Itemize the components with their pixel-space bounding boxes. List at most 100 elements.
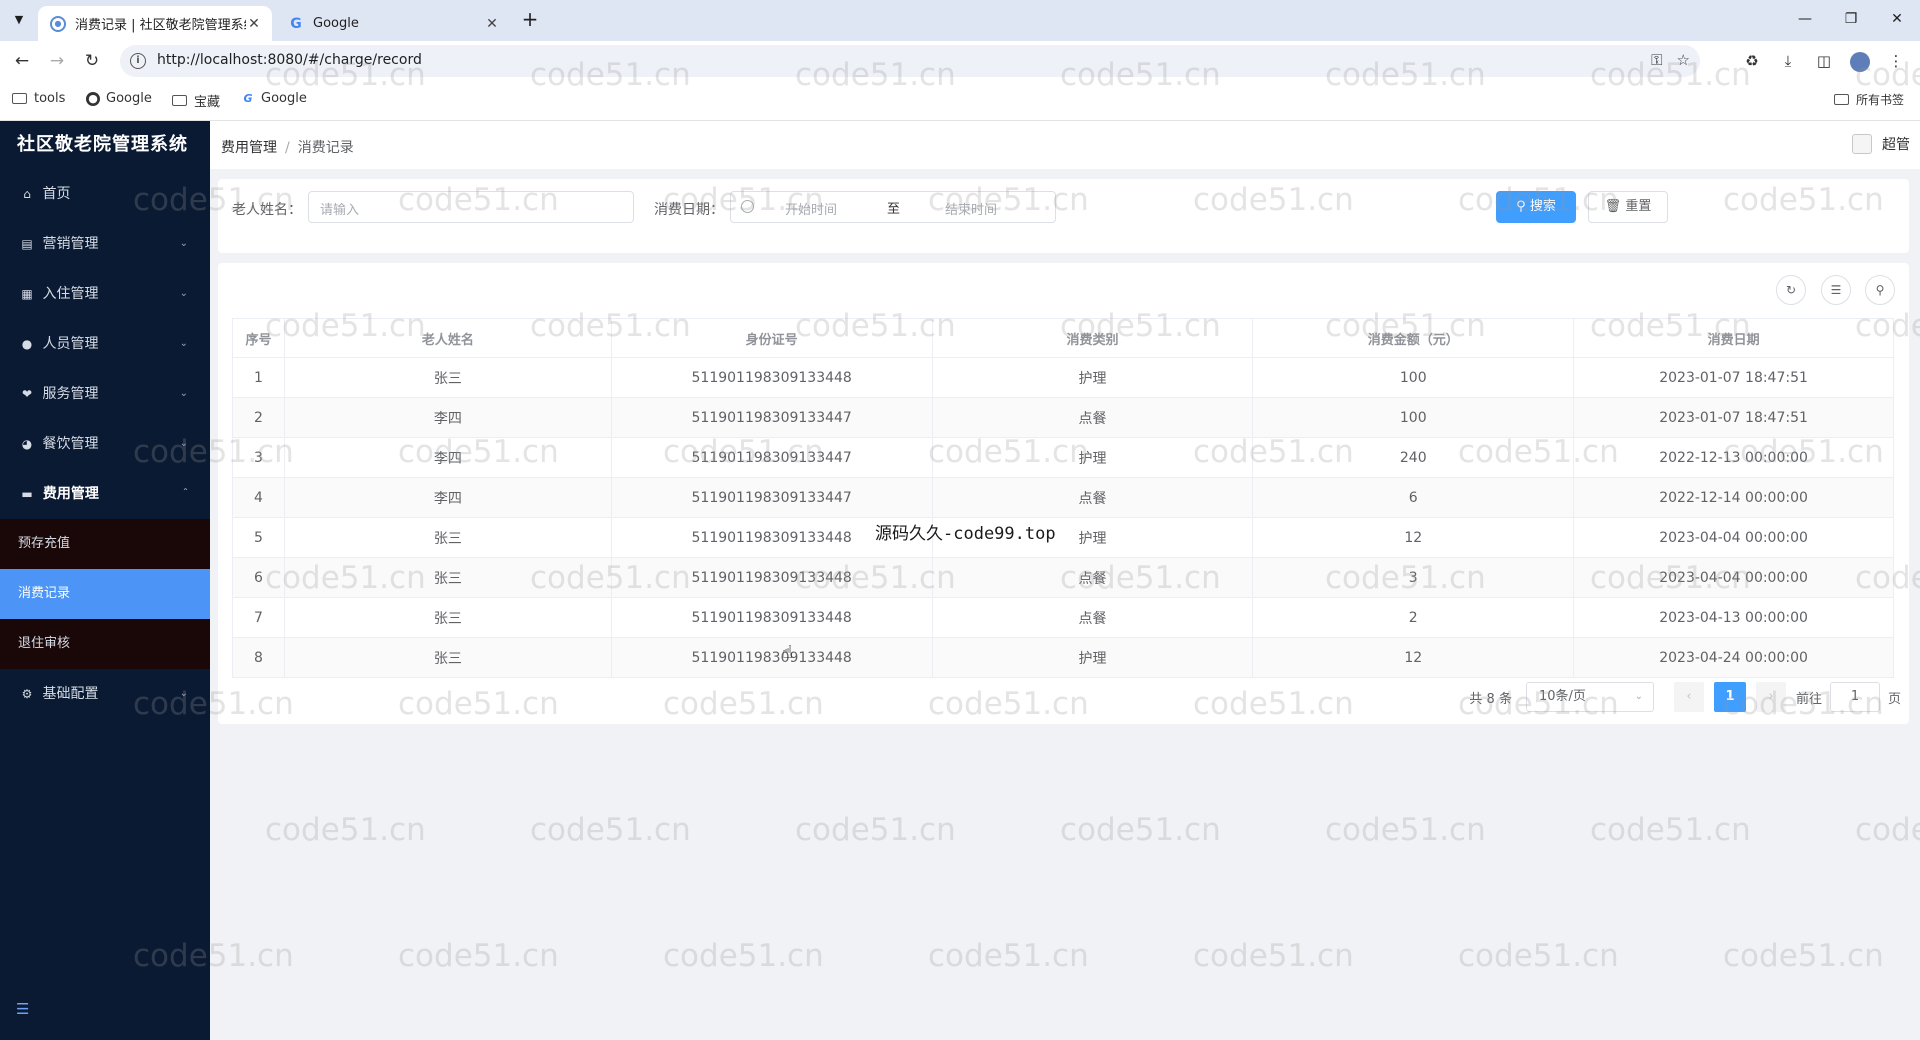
browser-tab-active[interactable]: ● 消费记录 | 社区敬老院管理系统 ✕ <box>38 6 272 41</box>
collapse-menu-icon[interactable]: ☰ <box>16 1000 29 1018</box>
bowl-icon: ◕ <box>21 437 33 451</box>
toolbar-actions: ♻ ⤓ ◫ ⋮ <box>1734 48 1914 74</box>
chevron-down-icon: ⌄ <box>179 388 188 399</box>
forward-icon[interactable]: → <box>44 48 70 74</box>
date-range-picker[interactable]: 开始时间 至 结束时间 <box>730 191 1056 223</box>
star-icon[interactable]: ☆ <box>1677 51 1690 69</box>
close-icon[interactable]: ✕ <box>1874 0 1920 41</box>
new-tab-icon[interactable]: + <box>518 8 542 32</box>
sidebar-subitem-consumption[interactable]: 消费记录 <box>0 569 210 619</box>
cell-idcard: 511901198309133448 <box>610 357 933 398</box>
sidebar-subitem-prepaid[interactable]: 预存充值 <box>0 519 210 569</box>
site-info-icon[interactable]: i <box>130 53 146 69</box>
sidebar-item-catering[interactable]: ◕ 餐饮管理 ⌄ <box>0 419 210 469</box>
date-label: 消费日期： <box>654 202 724 218</box>
more-icon[interactable]: ⋮ <box>1878 48 1914 74</box>
goto-page-input[interactable]: 1 <box>1829 682 1880 712</box>
browser-tabstrip: ▼ ● 消费记录 | 社区敬老院管理系统 ✕ G Google ✕ + — ❐ … <box>0 0 1920 41</box>
search-button[interactable]: ⚲ 搜索 <box>1496 191 1576 223</box>
sidebar-item-checkin[interactable]: ▦ 入住管理 ⌄ <box>0 269 210 319</box>
page-size-select[interactable]: 10条/页 ⌄ <box>1525 682 1654 712</box>
records-table: 序号 老人姓名 身份证号 消费类别 消费金额（元） 消费日期 1 张三 5119… <box>232 318 1894 678</box>
cell-amount: 12 <box>1252 637 1575 678</box>
bookmark-google-1[interactable]: ● Google <box>86 91 152 106</box>
cell-name: 李四 <box>283 477 612 518</box>
chevron-down-icon: ⌄ <box>1634 691 1643 702</box>
sidebar-item-marketing[interactable]: ▤ 营销管理 ⌄ <box>0 219 210 269</box>
chevron-down-icon: ⌄ <box>179 288 188 299</box>
cell-amount: 100 <box>1252 357 1575 398</box>
breadcrumb-item[interactable]: 费用管理 <box>221 140 277 156</box>
col-header-index: 序号 <box>232 318 285 358</box>
clock-icon <box>741 200 754 213</box>
cell-date: 2023-04-13 00:00:00 <box>1573 597 1894 638</box>
name-input[interactable]: 请输入 <box>308 191 634 223</box>
cell-date: 2023-01-07 18:47:51 <box>1573 357 1894 398</box>
cell-index: 8 <box>232 637 285 678</box>
range-separator: 至 <box>887 202 901 217</box>
all-bookmarks[interactable]: 所有书签 <box>1834 91 1904 108</box>
page-number-1[interactable]: 1 <box>1713 682 1746 712</box>
minimize-icon[interactable]: — <box>1782 0 1828 41</box>
bookmark-google-2[interactable]: G Google <box>241 91 306 106</box>
chart-icon: ▤ <box>21 237 33 251</box>
start-time-placeholder[interactable]: 开始时间 <box>785 199 837 218</box>
sidebar-item-label: 基础配置 <box>42 686 99 702</box>
user-menu[interactable]: 超管 <box>1852 134 1910 154</box>
bookmarks-bar: tools ● Google 宝藏 G Google 所有书签 <box>0 81 1920 121</box>
cell-index: 4 <box>232 477 285 518</box>
download-icon[interactable]: ⤓ <box>1770 48 1806 74</box>
cell-name: 张三 <box>283 597 612 638</box>
cell-idcard: 511901198309133448 <box>610 637 933 678</box>
table-row[interactable]: 2 李四 511901198309133447 点餐 100 2023-01-0… <box>232 397 1894 438</box>
bookmark-tools[interactable]: tools <box>12 91 65 106</box>
cell-category: 护理 <box>931 637 1254 678</box>
sidebar-item-home[interactable]: ⌂ 首页 <box>0 169 210 219</box>
bookmark-treasure[interactable]: 宝藏 <box>172 91 220 110</box>
restore-icon[interactable]: ❐ <box>1828 0 1874 41</box>
table-row[interactable]: 8 张三 511901198309133448 护理 12 2023-04-24… <box>232 637 1894 678</box>
profile-icon[interactable] <box>1842 48 1878 74</box>
reload-icon[interactable]: ↻ <box>79 48 105 74</box>
cell-idcard: 511901198309133447 <box>610 477 933 518</box>
table-card: ↻ ☰ ⚲ 序号 老人姓名 身份证号 消费类别 消费金额（元） 消费日期 1 张… <box>218 263 1909 724</box>
cell-date: 2023-01-07 18:47:51 <box>1573 397 1894 438</box>
tab-close-icon[interactable]: ✕ <box>484 16 500 32</box>
mouse-cursor-icon: ☝ <box>782 642 793 663</box>
sidepanel-icon[interactable]: ◫ <box>1806 48 1842 74</box>
cell-date: 2023-04-04 00:00:00 <box>1573 517 1894 558</box>
omnibox-actions: ⚿ ☆ <box>1651 51 1690 69</box>
url-text[interactable]: http://localhost:8080/#/charge/record <box>157 52 422 68</box>
reset-button[interactable]: 🗑 重置 <box>1588 191 1668 223</box>
back-icon[interactable]: ← <box>9 48 35 74</box>
table-row[interactable]: 1 张三 511901198309133448 护理 100 2023-01-0… <box>232 357 1894 398</box>
search-form: 老人姓名： 请输入 消费日期： 开始时间 至 结束时间 ⚲ 搜索 🗑 重置 <box>218 179 1909 253</box>
table-row[interactable]: 4 李四 511901198309133447 点餐 6 2022-12-14 … <box>232 477 1894 518</box>
search-toggle-icon[interactable]: ⚲ <box>1865 275 1895 305</box>
tab-search-icon[interactable]: ▼ <box>8 9 30 31</box>
column-settings-icon[interactable]: ☰ <box>1821 275 1851 305</box>
extensions-icon[interactable]: ♻ <box>1734 48 1770 74</box>
sidebar-item-fees[interactable]: ▬ 费用管理 ˆ <box>0 469 210 519</box>
next-page-button[interactable]: › <box>1755 682 1786 712</box>
page-size-value: 10条/页 <box>1538 689 1586 704</box>
end-time-placeholder[interactable]: 结束时间 <box>945 199 997 218</box>
cell-amount: 6 <box>1252 477 1575 518</box>
key-icon[interactable]: ⚿ <box>1651 51 1662 69</box>
sidebar-item-config[interactable]: ⚙ 基础配置 ⌄ <box>0 669 210 719</box>
table-row[interactable]: 7 张三 511901198309133448 点餐 2 2023-04-13 … <box>232 597 1894 638</box>
bookmark-label: tools <box>34 91 66 106</box>
browser-tab-google[interactable]: G Google ✕ <box>276 6 510 41</box>
table-row[interactable]: 5 张三 511901198309133448 护理 12 2023-04-04… <box>232 517 1894 558</box>
sidebar-item-staff[interactable]: ● 人员管理 ⌄ <box>0 319 210 369</box>
table-row[interactable]: 3 李四 511901198309133447 护理 240 2022-12-1… <box>232 437 1894 478</box>
refresh-icon[interactable]: ↻ <box>1776 275 1806 305</box>
goto-label: 前往 <box>1795 691 1822 707</box>
col-header-category: 消费类别 <box>931 318 1254 358</box>
sidebar-subitem-checkout-review[interactable]: 退住审核 <box>0 619 210 669</box>
sidebar-item-service[interactable]: ❤ 服务管理 ⌄ <box>0 369 210 419</box>
table-row[interactable]: 6 张三 511901198309133448 点餐 3 2023-04-04 … <box>232 557 1894 598</box>
address-bar[interactable]: i http://localhost:8080/#/charge/record … <box>120 45 1700 77</box>
tab-close-icon[interactable]: ✕ <box>246 16 262 32</box>
prev-page-button[interactable]: ‹ <box>1673 682 1704 712</box>
